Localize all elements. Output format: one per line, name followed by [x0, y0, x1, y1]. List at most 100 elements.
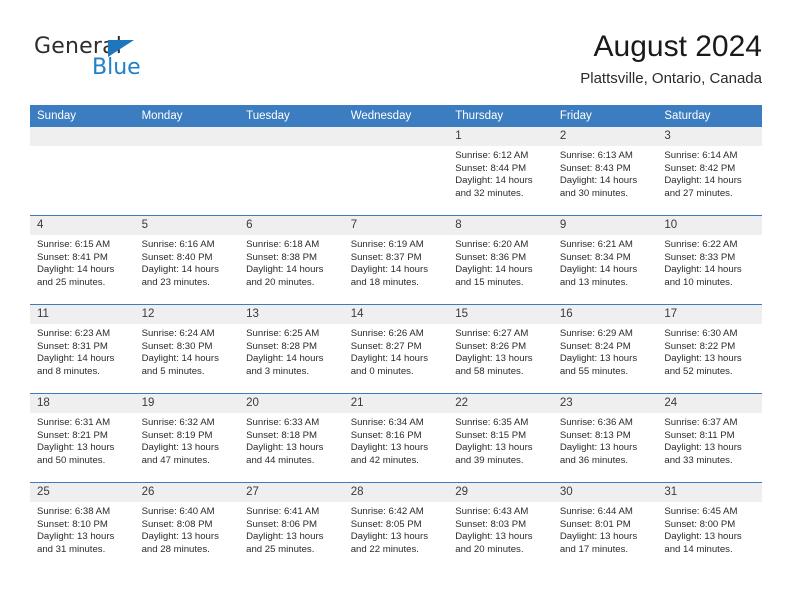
sunset-time: Sunset: 8:21 PM [37, 429, 108, 441]
daylight-line-1: Daylight: 13 hours [350, 442, 429, 454]
sunset-time: Sunset: 8:38 PM [246, 251, 318, 263]
daylight-line-1: Daylight: 13 hours [559, 442, 638, 454]
sunrise-time: Sunrise: 6:24 AM [141, 328, 215, 339]
calendar-day-cell[interactable]: 5 Sunrise: 6:16 AM Sunset: 8:40 PM Daylight… [134, 215, 240, 305]
calendar-day-cell[interactable]: 27 Sunrise: 6:41 AM Sunset: 8:06 PM Dayligh… [239, 482, 344, 571]
sunset-time: Sunset: 8:28 PM [246, 340, 318, 352]
calendar-day-cell[interactable]: 6 Sunrise: 6:18 AM Sunset: 8:38 PM Daylight… [239, 215, 344, 305]
daylight-line-2: and 22 minutes. [350, 543, 419, 555]
day-number [239, 127, 344, 146]
daylight-line-1: Daylight: 13 hours [664, 353, 742, 365]
calendar-day-cell[interactable]: 22 Sunrise: 6:35 AM Sunset: 8:15 PM Dayligh… [448, 393, 553, 483]
calendar-day-cell[interactable]: 20 Sunrise: 6:33 AM Sunset: 8:18 PM Dayligh… [239, 393, 344, 483]
day-info: Sunrise: 6:15 AM Sunset: 8:41 PM Daylight:… [30, 235, 135, 289]
day-info: Sunrise: 6:13 AM Sunset: 8:43 PM Daylight:… [553, 146, 658, 200]
calendar-day-cell[interactable]: 3 Sunrise: 6:14 AM Sunset: 8:42 PM Daylight… [657, 127, 762, 216]
daylight-line-1: Daylight: 14 hours [350, 264, 429, 276]
calendar-day-cell[interactable]: 19 Sunrise: 6:32 AM Sunset: 8:19 PM Dayligh… [134, 393, 240, 483]
day-info: Sunrise: 6:25 AM Sunset: 8:28 PM Daylight:… [239, 324, 344, 378]
day-number: 24 [657, 394, 762, 413]
sunset-time: Sunset: 8:11 PM [664, 429, 735, 441]
calendar-day-cell[interactable]: 13 Sunrise: 6:25 AM Sunset: 8:28 PM Dayligh… [239, 304, 344, 394]
calendar-day-cell[interactable]: 23 Sunrise: 6:36 AM Sunset: 8:13 PM Dayligh… [552, 393, 658, 483]
weekday-header-friday: Friday [552, 105, 658, 127]
day-number [343, 127, 449, 146]
calendar-day-cell[interactable]: 17 Sunrise: 6:30 AM Sunset: 8:22 PM Dayligh… [657, 304, 762, 394]
calendar-day-cell[interactable]: 15 Sunrise: 6:27 AM Sunset: 8:26 PM Dayligh… [448, 304, 553, 394]
sunrise-time: Sunrise: 6:23 AM [37, 328, 111, 339]
daylight-line-1: Daylight: 13 hours [455, 531, 533, 543]
day-info: Sunrise: 6:33 AM Sunset: 8:18 PM Daylight:… [239, 413, 344, 467]
calendar-day-cell[interactable]: 18 Sunrise: 6:31 AM Sunset: 8:21 PM Dayligh… [30, 393, 135, 483]
day-number: 19 [134, 394, 240, 413]
daylight-line-1: Daylight: 13 hours [246, 442, 324, 454]
sunset-time: Sunset: 8:05 PM [350, 518, 422, 530]
daylight-line-1: Daylight: 14 hours [141, 264, 219, 276]
sunset-time: Sunset: 8:10 PM [37, 518, 108, 530]
calendar-day-cell[interactable]: 16 Sunrise: 6:29 AM Sunset: 8:24 PM Dayligh… [552, 304, 658, 394]
sunset-time: Sunset: 8:18 PM [246, 429, 318, 441]
calendar-day-cell[interactable]: 21 Sunrise: 6:34 AM Sunset: 8:16 PM Dayligh… [343, 393, 449, 483]
sunset-time: Sunset: 8:40 PM [141, 251, 213, 263]
day-number: 7 [343, 216, 449, 235]
day-number: 5 [134, 216, 240, 235]
daylight-line-1: Daylight: 13 hours [559, 353, 638, 365]
calendar-day-cell[interactable]: 31 Sunrise: 6:45 AM Sunset: 8:00 PM Dayligh… [657, 482, 762, 571]
day-info: Sunrise: 6:14 AM Sunset: 8:42 PM Daylight:… [657, 146, 762, 200]
calendar-week-row: 1 Sunrise: 6:12 AM Sunset: 8:44 PM Daylight… [30, 127, 762, 216]
calendar-day-cell[interactable]: 10 Sunrise: 6:22 AM Sunset: 8:33 PM Dayligh… [657, 215, 762, 305]
daylight-line-2: and 25 minutes. [37, 276, 106, 288]
day-number: 18 [30, 394, 135, 413]
sunset-time: Sunset: 8:01 PM [559, 518, 631, 530]
daylight-line-2: and 5 minutes. [141, 365, 205, 377]
calendar-day-cell[interactable]: 14 Sunrise: 6:26 AM Sunset: 8:27 PM Dayligh… [343, 304, 449, 394]
daylight-line-1: Daylight: 13 hours [37, 442, 115, 454]
sunset-time: Sunset: 8:13 PM [559, 429, 631, 441]
calendar-day-cell[interactable]: 28 Sunrise: 6:42 AM Sunset: 8:05 PM Dayligh… [343, 482, 449, 571]
day-number: 10 [657, 216, 762, 235]
daylight-line-2: and 31 minutes. [37, 543, 106, 555]
general-blue-logo[interactable]: General Blue [34, 34, 234, 92]
daylight-line-1: Daylight: 14 hours [350, 353, 429, 365]
calendar-body: 1 Sunrise: 6:12 AM Sunset: 8:44 PM Daylight… [30, 127, 762, 571]
daylight-line-1: Daylight: 14 hours [246, 264, 324, 276]
sunrise-time: Sunrise: 6:43 AM [455, 506, 529, 517]
calendar-day-cell[interactable]: 8 Sunrise: 6:20 AM Sunset: 8:36 PM Daylight… [448, 215, 553, 305]
sunrise-time: Sunrise: 6:26 AM [350, 328, 424, 339]
day-number: 30 [552, 483, 658, 502]
sunset-time: Sunset: 8:41 PM [37, 251, 108, 263]
calendar-day-cell[interactable]: 24 Sunrise: 6:37 AM Sunset: 8:11 PM Dayligh… [657, 393, 762, 483]
calendar-day-cell[interactable]: 2 Sunrise: 6:13 AM Sunset: 8:43 PM Daylight… [552, 127, 658, 216]
day-info: Sunrise: 6:12 AM Sunset: 8:44 PM Daylight:… [448, 146, 553, 200]
calendar-day-cell[interactable]: 9 Sunrise: 6:21 AM Sunset: 8:34 PM Daylight… [552, 215, 658, 305]
day-number: 2 [552, 127, 658, 146]
calendar-day-cell[interactable]: 12 Sunrise: 6:24 AM Sunset: 8:30 PM Dayligh… [134, 304, 240, 394]
sunset-time: Sunset: 8:15 PM [455, 429, 527, 441]
daylight-line-2: and 20 minutes. [455, 543, 524, 555]
day-number: 8 [448, 216, 553, 235]
calendar-day-cell[interactable]: 30 Sunrise: 6:44 AM Sunset: 8:01 PM Dayligh… [552, 482, 658, 571]
daylight-line-1: Daylight: 14 hours [141, 353, 219, 365]
calendar-day-cell[interactable]: 4 Sunrise: 6:15 AM Sunset: 8:41 PM Daylight… [30, 215, 135, 305]
calendar-day-cell[interactable]: 1 Sunrise: 6:12 AM Sunset: 8:44 PM Daylight… [448, 127, 553, 216]
daylight-line-2: and 3 minutes. [246, 365, 310, 377]
calendar-day-cell[interactable]: 7 Sunrise: 6:19 AM Sunset: 8:37 PM Daylight… [343, 215, 449, 305]
day-number: 27 [239, 483, 344, 502]
calendar-day-cell[interactable]: 25 Sunrise: 6:38 AM Sunset: 8:10 PM Dayligh… [30, 482, 135, 571]
sunrise-time: Sunrise: 6:38 AM [37, 506, 111, 517]
sunrise-time: Sunrise: 6:36 AM [559, 417, 633, 428]
daylight-line-1: Daylight: 14 hours [455, 175, 533, 187]
daylight-line-1: Daylight: 13 hours [664, 442, 742, 454]
daylight-line-2: and 39 minutes. [455, 454, 524, 466]
calendar-day-cell[interactable]: 29 Sunrise: 6:43 AM Sunset: 8:03 PM Dayligh… [448, 482, 553, 571]
weekday-header-wednesday: Wednesday [343, 105, 449, 127]
day-info: Sunrise: 6:31 AM Sunset: 8:21 PM Daylight:… [30, 413, 135, 467]
calendar-day-cell[interactable]: 11 Sunrise: 6:23 AM Sunset: 8:31 PM Dayligh… [30, 304, 135, 394]
daylight-line-2: and 42 minutes. [350, 454, 419, 466]
day-number: 14 [343, 305, 449, 324]
sunset-time: Sunset: 8:30 PM [141, 340, 213, 352]
day-info: Sunrise: 6:44 AM Sunset: 8:01 PM Daylight:… [553, 502, 658, 556]
daylight-line-2: and 58 minutes. [455, 365, 524, 377]
daylight-line-1: Daylight: 14 hours [559, 264, 638, 276]
calendar-day-cell[interactable]: 26 Sunrise: 6:40 AM Sunset: 8:08 PM Dayligh… [134, 482, 240, 571]
